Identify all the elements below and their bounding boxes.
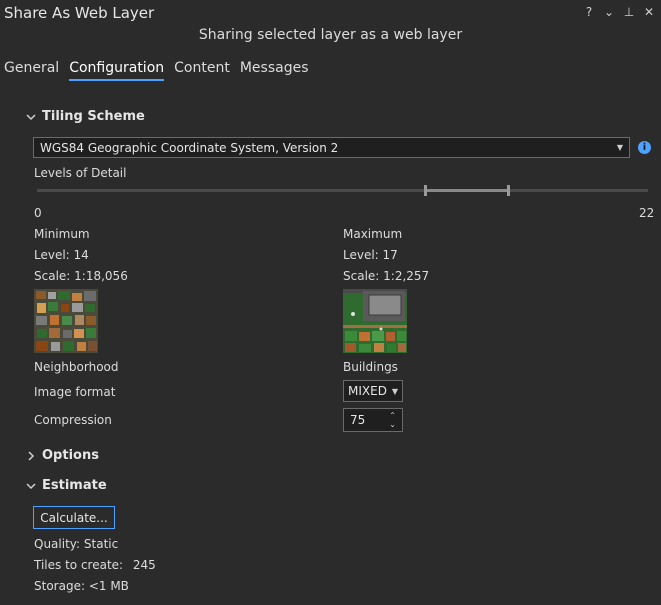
close-icon[interactable]: ✕ — [643, 5, 655, 19]
maximum-scale: Scale: 1:2,257 — [343, 269, 429, 283]
slider-max-label: 22 — [639, 206, 655, 220]
tab-configuration[interactable]: Configuration — [69, 60, 165, 81]
tiles-row: Tiles to create: 245 — [34, 558, 156, 572]
maximum-scale-value: 1:2,257 — [383, 269, 430, 283]
storage-row: Storage: <1 MB — [34, 579, 129, 593]
estimate-header[interactable]: Estimate — [26, 478, 107, 493]
window-controls: ? ⌄ ⊥ ✕ — [583, 5, 655, 19]
image-format-value: MIXED — [348, 384, 387, 398]
tab-content[interactable]: Content — [174, 60, 230, 81]
compression-stepper[interactable]: 75 ⌃ ⌄ — [343, 408, 403, 432]
window-title: Share As Web Layer — [4, 4, 155, 22]
options-header[interactable]: Options — [26, 448, 99, 463]
dropdown-arrow-icon: ▼ — [391, 386, 398, 396]
compression-value: 75 — [350, 413, 366, 427]
maximum-level: Level: 17 — [343, 248, 398, 262]
tiles-label: Tiles to create: — [34, 558, 124, 572]
maximum-thumbnail-caption: Buildings — [343, 360, 398, 374]
maximum-title: Maximum — [343, 227, 403, 241]
minimum-title: Minimum — [34, 227, 90, 241]
levels-slider-track[interactable] — [37, 189, 648, 192]
maximum-level-value: 17 — [382, 248, 398, 262]
maximum-level-label: Level: — [343, 248, 379, 262]
minimum-scale-value: 1:18,056 — [74, 269, 128, 283]
slider-max-handle[interactable] — [507, 185, 510, 196]
tiling-scheme-header[interactable]: Tiling Scheme — [26, 109, 145, 124]
chevron-down-icon — [26, 113, 36, 120]
image-format-label: Image format — [34, 385, 116, 399]
storage-value: <1 MB — [88, 579, 129, 593]
minimum-scale: Scale: 1:18,056 — [34, 269, 128, 283]
slider-min-handle[interactable] — [424, 185, 427, 196]
quality-row: Quality: Static — [34, 537, 118, 551]
compression-label: Compression — [34, 413, 112, 427]
quality-label: Quality: — [34, 537, 81, 551]
chevron-down-icon — [26, 482, 36, 489]
minimum-level-value: 14 — [73, 248, 89, 262]
chevron-down-icon[interactable]: ⌄ — [389, 420, 396, 429]
calculate-button[interactable]: Calculate... — [33, 506, 115, 529]
neighborhood-thumbnail — [34, 289, 98, 353]
chevron-right-icon — [28, 450, 35, 461]
stepper-arrows: ⌃ ⌄ — [389, 411, 396, 429]
levels-slider-range — [426, 189, 509, 192]
tiling-scheme-value: WGS84 Geographic Coordinate System, Vers… — [40, 140, 339, 155]
minimum-level: Level: 14 — [34, 248, 89, 262]
slider-min-label: 0 — [34, 206, 42, 220]
storage-label: Storage: — [34, 579, 85, 593]
help-icon[interactable]: ? — [583, 5, 595, 19]
levels-of-detail-label: Levels of Detail — [34, 166, 127, 180]
dropdown-arrow-icon: ▼ — [616, 143, 623, 152]
info-icon[interactable]: i — [638, 141, 651, 154]
estimate-title: Estimate — [42, 478, 107, 493]
minimum-thumbnail-caption: Neighborhood — [34, 360, 119, 374]
minimum-scale-label: Scale: — [34, 269, 71, 283]
maximum-scale-label: Scale: — [343, 269, 380, 283]
tiles-value: 245 — [132, 558, 156, 572]
buildings-thumbnail — [343, 289, 407, 353]
minimum-level-label: Level: — [34, 248, 70, 262]
options-title: Options — [42, 448, 99, 463]
chevron-up-icon[interactable]: ⌃ — [389, 411, 396, 420]
tiling-scheme-title: Tiling Scheme — [42, 109, 145, 124]
chevron-down-icon[interactable]: ⌄ — [603, 5, 615, 19]
tab-general[interactable]: General — [4, 60, 59, 81]
image-format-dropdown[interactable]: MIXED ▼ — [343, 380, 403, 402]
tab-messages[interactable]: Messages — [240, 60, 309, 81]
quality-value: Static — [83, 537, 119, 551]
tab-bar: General Configuration Content Messages — [4, 60, 308, 81]
tiling-scheme-dropdown[interactable]: WGS84 Geographic Coordinate System, Vers… — [33, 137, 630, 158]
pane-subtitle: Sharing selected layer as a web layer — [198, 27, 463, 43]
pin-icon[interactable]: ⊥ — [623, 5, 635, 19]
